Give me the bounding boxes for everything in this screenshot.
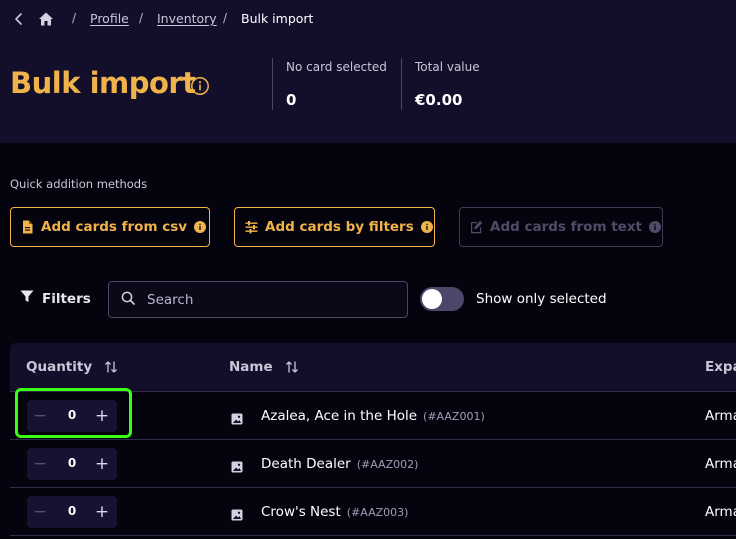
info-icon: [420, 221, 433, 233]
show-only-selected-label: Show only selected: [476, 291, 607, 307]
sort-icon: [285, 360, 299, 374]
breadcrumb-separator: /: [223, 11, 228, 25]
breadcrumb-link-profile[interactable]: Profile: [90, 11, 129, 26]
breadcrumb-separator: /: [72, 11, 77, 25]
file-icon: [21, 220, 34, 234]
table-header: [10, 343, 736, 391]
toggle-knob: [422, 289, 442, 309]
card-name-cell: Crow's Nest (#AAZ003): [261, 504, 408, 520]
row-divider: [10, 487, 736, 488]
home-icon[interactable]: [37, 10, 55, 28]
breadcrumb-separator: /: [139, 11, 144, 25]
row-divider: [10, 391, 736, 392]
column-header-label: Expa: [705, 359, 736, 375]
info-icon: [649, 221, 661, 233]
increment-button[interactable]: +: [89, 448, 115, 480]
image-icon[interactable]: [231, 410, 243, 425]
info-icon: [194, 221, 207, 233]
add-by-filters-button[interactable]: Add cards by filters: [234, 207, 435, 247]
card-name-cell: Azalea, Ace in the Hole (#AAZ001): [261, 408, 485, 424]
filters-label: Filters: [42, 290, 91, 307]
column-header-name[interactable]: Name: [229, 359, 299, 375]
card-name: Crow's Nest: [261, 504, 341, 520]
image-icon[interactable]: [231, 458, 243, 473]
breadcrumb-link-inventory[interactable]: Inventory: [157, 11, 217, 26]
card-name: Azalea, Ace in the Hole: [261, 408, 418, 424]
sliders-icon: [245, 220, 258, 234]
pencil-icon: [470, 220, 483, 234]
add-from-csv-button[interactable]: Add cards from csv: [10, 207, 210, 247]
sort-icon: [104, 360, 118, 374]
quantity-stepper[interactable]: − 0 +: [27, 448, 117, 480]
selected-count-label: No card selected: [286, 60, 387, 74]
search-icon: [121, 290, 135, 309]
selected-count-value: 0: [286, 91, 297, 109]
column-header-quantity[interactable]: Quantity: [26, 359, 118, 375]
stat-divider: [401, 58, 402, 110]
total-value-amount: €0.00: [415, 91, 463, 109]
row-divider: [10, 535, 736, 536]
total-value-label: Total value: [415, 60, 480, 74]
quantity-stepper[interactable]: − 0 +: [27, 400, 117, 432]
add-from-csv-label: Add cards from csv: [41, 219, 188, 235]
card-name: Death Dealer: [261, 456, 351, 472]
add-by-filters-label: Add cards by filters: [265, 219, 414, 235]
breadcrumb-current: Bulk import: [241, 11, 314, 26]
info-icon[interactable]: [190, 76, 210, 96]
filters-button[interactable]: Filters: [20, 290, 91, 307]
add-from-text-button: Add cards from text: [459, 207, 663, 247]
show-only-selected-toggle[interactable]: [420, 287, 464, 311]
card-name-cell: Death Dealer (#AAZ002): [261, 456, 418, 472]
page-title: Bulk import: [10, 66, 196, 100]
filter-icon: [20, 290, 34, 307]
row-divider: [10, 439, 736, 440]
card-code: (#AAZ003): [346, 506, 409, 519]
column-header-label: Quantity: [26, 359, 93, 375]
card-code: (#AAZ001): [423, 410, 485, 423]
search-input[interactable]: [147, 291, 387, 308]
expansion-cell: Arma: [705, 504, 736, 520]
card-code: (#AAZ002): [356, 458, 419, 471]
chevron-left-icon[interactable]: [12, 10, 26, 28]
column-header-label: Name: [229, 359, 273, 375]
image-icon[interactable]: [231, 506, 243, 521]
increment-button[interactable]: +: [89, 496, 115, 528]
search-box[interactable]: [108, 281, 408, 318]
expansion-cell: Arma: [705, 456, 736, 472]
add-from-text-label: Add cards from text: [490, 219, 642, 235]
column-header-expansion: Expa: [705, 359, 736, 375]
increment-button[interactable]: +: [89, 400, 115, 432]
expansion-cell: Arma: [705, 408, 736, 424]
quantity-stepper[interactable]: − 0 +: [27, 496, 117, 528]
quick-addition-label: Quick addition methods: [10, 177, 148, 191]
stat-divider: [272, 58, 273, 110]
